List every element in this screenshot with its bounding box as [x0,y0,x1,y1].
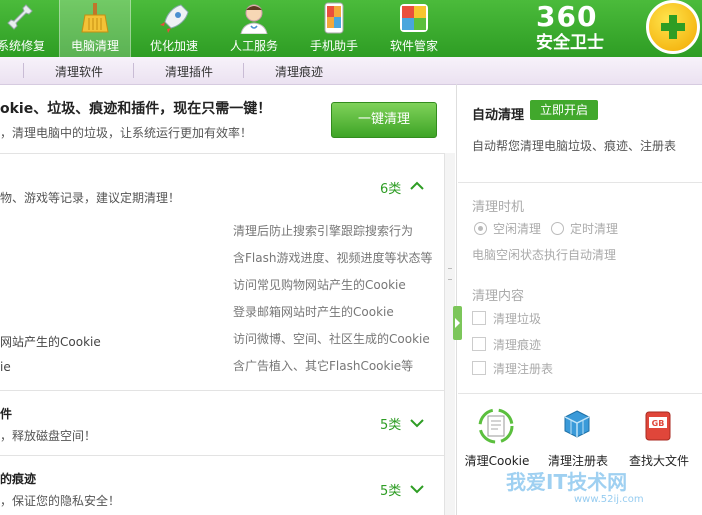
clean-timing-title: 清理时机 [472,200,525,215]
panel-divider [456,84,457,515]
tab-label: 电脑清理 [70,39,119,53]
radio-idle[interactable] [474,222,487,235]
360-logo: 360 安全卫士 [536,0,702,57]
enable-now-button[interactable]: 立即开启 [530,100,598,120]
tab-label: 软件管家 [389,39,438,53]
tab-phone-assistant[interactable]: 手机助手 [299,0,369,57]
chevron-down-icon[interactable] [410,484,424,494]
page-subline: ，清理电脑中的垃圾，让系统运行更加有效率！ [0,126,253,140]
one-click-clean-button[interactable]: 一键清理 [331,102,437,138]
item-description: 清理后防止搜索引擎跟踪搜索行为 [233,224,414,238]
divider [458,393,702,394]
plus-logo-icon [646,0,700,54]
item-description: 含Flash游戏进度、视频进度等状态等 [233,251,433,265]
auto-clean-desc: 自动帮您清理电脑垃圾、痕迹、注册表 [472,139,677,153]
section-privacy-count: 5类 [380,484,402,499]
tab-system-repair[interactable]: 系统修复 [0,0,56,57]
arrow-right-icon [455,318,460,328]
list-item[interactable]: 网站产生的Cookie [0,333,101,350]
checkbox-traces-label: 清理痕迹 [493,338,542,352]
registry-cubes-icon [564,410,590,438]
tab-label: 人工服务 [229,39,278,53]
tool-find-large-files[interactable]: GB 查找大文件 [624,408,694,468]
rocket-icon [160,4,189,33]
radio-timed-label: 定时清理 [570,222,619,236]
wrench-icon [7,4,33,30]
list-item[interactable]: ie [0,360,11,374]
cookie-icon [478,408,514,444]
top-toolbar: 系统修复 电脑清理 优化加速 人工服务 手机助手 软件管家 360 安全卫士 [0,0,702,57]
idle-desc: 电脑空闲状态执行自动清理 [472,248,617,262]
scrollbar-grip[interactable] [448,268,452,280]
page-headline: okie、垃圾、痕迹和插件，现在只需一键！ [0,101,272,117]
item-description: 登录邮箱网站时产生的Cookie [233,305,394,319]
subnav-clean-software[interactable]: 清理软件 [55,63,103,80]
tool-clean-cookie[interactable]: 清理Cookie [462,408,532,468]
logo-name: 安全卫士 [536,33,604,53]
radio-idle-label: 空闲清理 [493,222,542,236]
tab-label: 系统修复 [0,39,45,53]
tab-label: 优化加速 [149,39,198,53]
doctor-icon [240,4,268,34]
sub-navigation: 清理软件 清理插件 清理痕迹 [0,57,458,85]
side-header-strip [458,57,702,85]
tab-computer-clean[interactable]: 电脑清理 [59,0,131,57]
broom-icon [81,3,109,33]
phone-icon [324,2,344,34]
tool-label: 查找大文件 [628,454,689,468]
tool-clean-registry[interactable]: 清理注册表 [543,408,613,468]
tab-software-manager[interactable]: 软件管家 [379,0,449,57]
item-description: 访问常见购物网站产生的Cookie [233,278,406,292]
checkbox-traces[interactable] [472,337,486,351]
collapse-panel-button[interactable] [453,306,462,340]
auto-clean-title: 自动清理 [472,108,525,123]
chevron-up-icon[interactable] [410,181,424,191]
tab-optimize[interactable]: 优化加速 [139,0,209,57]
section-junk-desc: ，释放磁盘空间！ [0,429,97,443]
section-junk-count: 5类 [380,418,402,433]
chevron-down-icon[interactable] [410,418,424,428]
tab-human-service[interactable]: 人工服务 [219,0,289,57]
section-privacy-desc: ，保证您的隐私安全！ [0,494,121,508]
tab-label: 手机助手 [309,39,358,53]
item-description: 访问微博、空间、社区生成的Cookie [233,332,430,346]
svg-text:GB: GB [652,419,665,428]
section-junk-title: 件 [0,407,13,421]
section-traces-count: 6类 [380,182,402,197]
divider [0,153,444,154]
large-file-icon: GB [645,411,671,441]
section-traces-desc: 物、游戏等记录，建议定期清理！ [0,191,181,205]
subnav-clean-traces[interactable]: 清理痕迹 [275,63,323,80]
divider [0,455,444,456]
subnav-clean-plugins[interactable]: 清理插件 [165,63,213,80]
watermark-url: www.52ij.com [574,494,644,505]
divider [458,182,702,183]
software-box-icon [400,4,428,32]
item-description: 含广告植入、其它FlashCookie等 [233,359,414,373]
radio-timed[interactable] [551,222,564,235]
checkbox-junk[interactable] [472,311,486,325]
clean-content-title: 清理内容 [472,289,525,304]
watermark: 我爱IT技术网 [506,470,628,494]
checkbox-junk-label: 清理垃圾 [493,312,542,326]
section-privacy-title: 的痕迹 [0,472,37,486]
checkbox-registry[interactable] [472,361,486,375]
divider [0,390,444,391]
checkbox-registry-label: 清理注册表 [493,362,554,376]
